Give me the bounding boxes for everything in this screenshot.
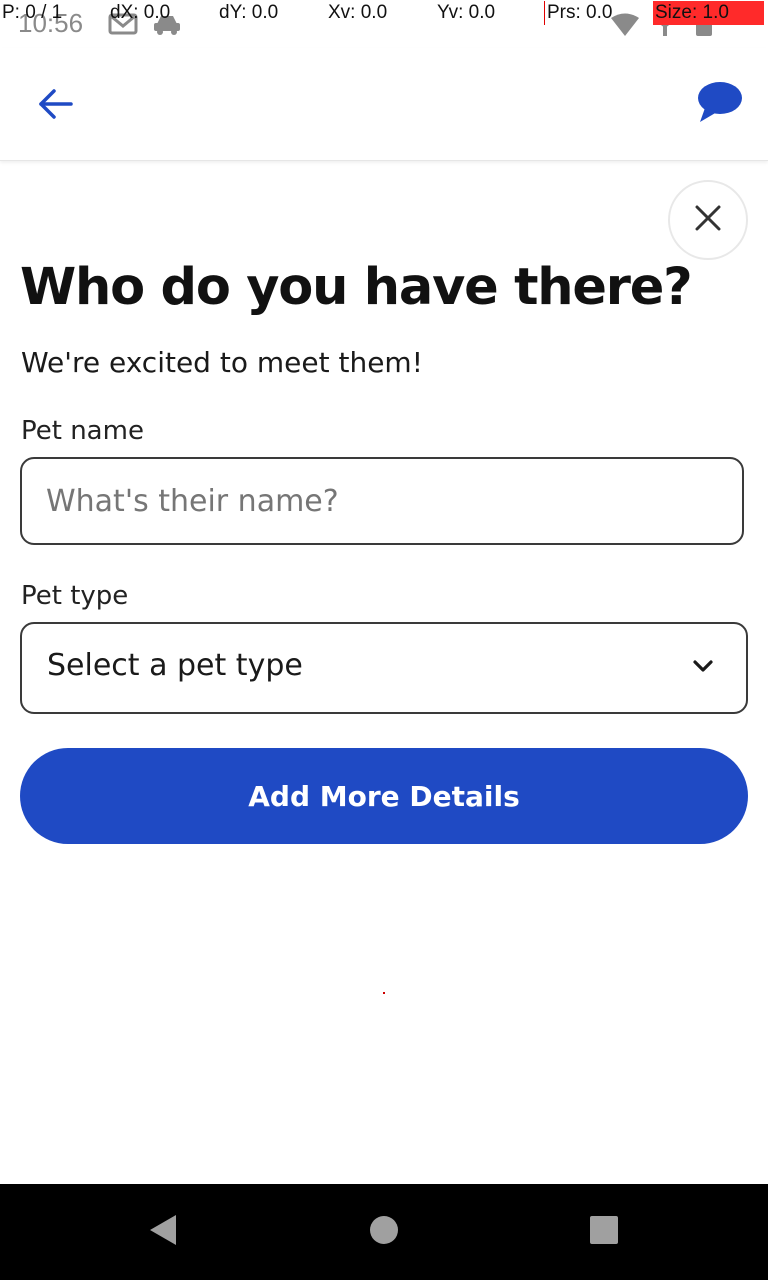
chat-bubble-icon: [697, 81, 743, 127]
close-button[interactable]: [668, 180, 748, 260]
chevron-down-icon: [692, 658, 714, 678]
nav-home-icon: [368, 1214, 400, 1250]
navigation-bar: [0, 1184, 768, 1280]
app-bar: [0, 48, 768, 161]
touch-point-marker: [383, 992, 385, 994]
nav-recents-button[interactable]: [584, 1212, 624, 1252]
nav-back-icon: [146, 1213, 178, 1251]
nav-back-button[interactable]: [142, 1212, 182, 1252]
pet-name-input[interactable]: [20, 457, 744, 545]
pet-name-label: Pet name: [21, 416, 144, 446]
nav-recents-icon: [588, 1214, 620, 1250]
overlay-dx: dX: 0.0: [110, 2, 171, 23]
overlay-size: Size: 1.0: [653, 1, 764, 25]
pet-type-selected-value: Select a pet type: [47, 648, 303, 683]
page-title: Who do you have there?: [20, 258, 693, 317]
nav-home-button[interactable]: [364, 1212, 404, 1252]
overlay-yv: Yv: 0.0: [437, 2, 496, 23]
back-arrow-icon: [38, 88, 74, 124]
chat-button[interactable]: [688, 76, 752, 132]
overlay-pointer-count: P: 0 / 1: [2, 2, 63, 23]
pet-type-select[interactable]: Select a pet type: [20, 622, 748, 714]
pointer-location-overlay: P: 0 / 1 dX: 0.0 dY: 0.0 Xv: 0.0 Yv: 0.0…: [0, 0, 768, 26]
overlay-xv: Xv: 0.0: [328, 2, 388, 23]
overlay-pressure: Prs: 0.0: [544, 1, 612, 25]
overlay-dy: dY: 0.0: [219, 2, 279, 23]
page-subtitle: We're excited to meet them!: [21, 346, 423, 379]
back-button[interactable]: [28, 78, 84, 134]
pet-type-label: Pet type: [21, 581, 129, 611]
close-icon: [695, 205, 721, 235]
add-more-details-button[interactable]: Add More Details: [20, 748, 748, 844]
